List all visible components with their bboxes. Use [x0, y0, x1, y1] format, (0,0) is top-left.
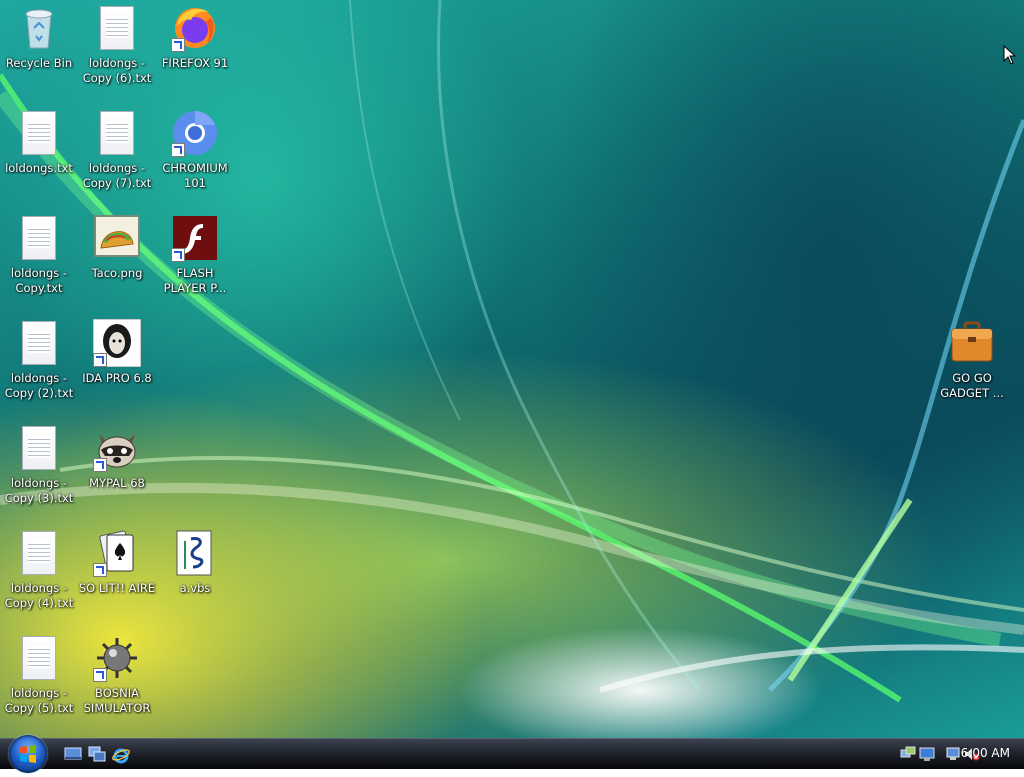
- text-file-icon: [15, 424, 63, 472]
- text-file-icon: [15, 109, 63, 157]
- text-file-icon: [93, 109, 141, 157]
- icon-label: Taco.png: [91, 266, 143, 280]
- desktop-icon-text-file[interactable]: loldongs - Copy (4).txt: [0, 529, 78, 611]
- text-file-icon: [15, 634, 63, 682]
- clock[interactable]: 6:00 AM: [961, 746, 1010, 760]
- desktop-icon-text-file[interactable]: loldongs - Copy (5).txt: [0, 634, 78, 716]
- text-file-icon: [15, 319, 63, 367]
- chromium-icon: [171, 109, 219, 157]
- internet-explorer-icon[interactable]: [112, 746, 130, 764]
- desktop-icon-ida-pro[interactable]: IDA PRO 6.8: [78, 318, 156, 386]
- shortcut-arrow-icon: [93, 458, 107, 472]
- flash-player-icon: [171, 214, 219, 262]
- icon-label: FLASH PLAYER P...: [163, 266, 227, 295]
- icon-label: loldongs - Copy (7).txt: [82, 161, 152, 190]
- text-file-icon: [93, 4, 141, 52]
- shortcut-arrow-icon: [171, 38, 185, 52]
- icon-label: MYPAL 68: [89, 476, 145, 490]
- desktop-icon-recycle-bin[interactable]: Recycle Bin: [0, 4, 78, 71]
- icon-label: loldongs - Copy (4).txt: [4, 581, 74, 610]
- icon-label: loldongs - Copy (5).txt: [4, 686, 74, 715]
- playing-cards-icon: [93, 529, 141, 577]
- desktop-icon-gadget[interactable]: GO GO GADGET ...: [933, 319, 1011, 401]
- text-file-icon: [15, 214, 63, 262]
- show-desktop-icon[interactable]: [64, 746, 82, 762]
- system-tray: 6:00 AM: [874, 739, 1024, 769]
- desktop-icon-vbs-script[interactable]: a.vbs: [156, 529, 234, 596]
- shortcut-arrow-icon: [93, 668, 107, 682]
- taskbar: 6:00 AM: [0, 735, 1024, 773]
- desktop-icon-text-file[interactable]: loldongs - Copy (7).txt: [78, 109, 156, 191]
- desktop-icon-chromium[interactable]: CHROMIUM 101: [156, 109, 234, 191]
- text-file-icon: [15, 529, 63, 577]
- icon-label: CHROMIUM 101: [162, 161, 228, 190]
- network-icon[interactable]: [900, 746, 916, 766]
- shortcut-arrow-icon: [93, 353, 107, 367]
- switch-windows-icon[interactable]: [88, 746, 106, 762]
- start-button[interactable]: [9, 735, 47, 773]
- raccoon-icon: [93, 424, 141, 472]
- desktop[interactable]: Recycle Bin loldongs.txt loldongs - Copy…: [0, 0, 1024, 738]
- desktop-icon-text-file[interactable]: loldongs - Copy (3).txt: [0, 424, 78, 506]
- icon-label: FIREFOX 91: [161, 56, 229, 70]
- icon-label: IDA PRO 6.8: [82, 371, 152, 385]
- icon-label: a.vbs: [179, 581, 211, 595]
- icon-label: loldongs - Copy (3).txt: [4, 476, 74, 505]
- desktop-icon-firefox[interactable]: FIREFOX 91: [156, 4, 234, 71]
- mine-icon: [93, 634, 141, 682]
- icon-label: loldongs - Copy (2).txt: [4, 371, 74, 400]
- desktop-icon-mypal[interactable]: MYPAL 68: [78, 424, 156, 491]
- icon-label: SO LIT!! AIRE: [78, 581, 156, 595]
- desktop-icon-solitaire[interactable]: SO LIT!! AIRE: [78, 529, 156, 596]
- recycle-bin-icon: [15, 4, 63, 52]
- script-file-icon: [171, 529, 219, 577]
- mouse-cursor-icon: [1003, 45, 1017, 65]
- display-icon[interactable]: [919, 746, 935, 766]
- desktop-icon-flash-player[interactable]: FLASH PLAYER P...: [156, 214, 234, 296]
- taco-image-icon: [93, 214, 141, 262]
- icon-label: GO GO GADGET ...: [940, 371, 1004, 400]
- desktop-icon-bosnia-simulator[interactable]: BOSNIA SIMULATOR: [78, 634, 156, 716]
- icon-label: loldongs.txt: [5, 161, 73, 175]
- desktop-icon-text-file[interactable]: loldongs - Copy (6).txt: [78, 4, 156, 86]
- monitor-tray-icon[interactable]: [946, 746, 962, 766]
- firefox-icon: [171, 4, 219, 52]
- shortcut-arrow-icon: [93, 563, 107, 577]
- shortcut-arrow-icon: [171, 248, 185, 262]
- desktop-icon-text-file[interactable]: loldongs - Copy (2).txt: [0, 319, 78, 401]
- desktop-icon-text-file[interactable]: loldongs.txt: [0, 109, 78, 176]
- briefcase-icon: [948, 319, 996, 367]
- windows-logo-icon: [20, 745, 36, 763]
- ida-pro-icon: [92, 318, 142, 368]
- desktop-icon-text-file[interactable]: loldongs - Copy.txt: [0, 214, 78, 296]
- icon-label: BOSNIA SIMULATOR: [83, 686, 151, 715]
- shortcut-arrow-icon: [171, 143, 185, 157]
- icon-label: loldongs - Copy.txt: [10, 266, 68, 295]
- icon-label: Recycle Bin: [5, 56, 73, 70]
- desktop-icon-taco-image[interactable]: Taco.png: [78, 214, 156, 281]
- icon-label: loldongs - Copy (6).txt: [82, 56, 152, 85]
